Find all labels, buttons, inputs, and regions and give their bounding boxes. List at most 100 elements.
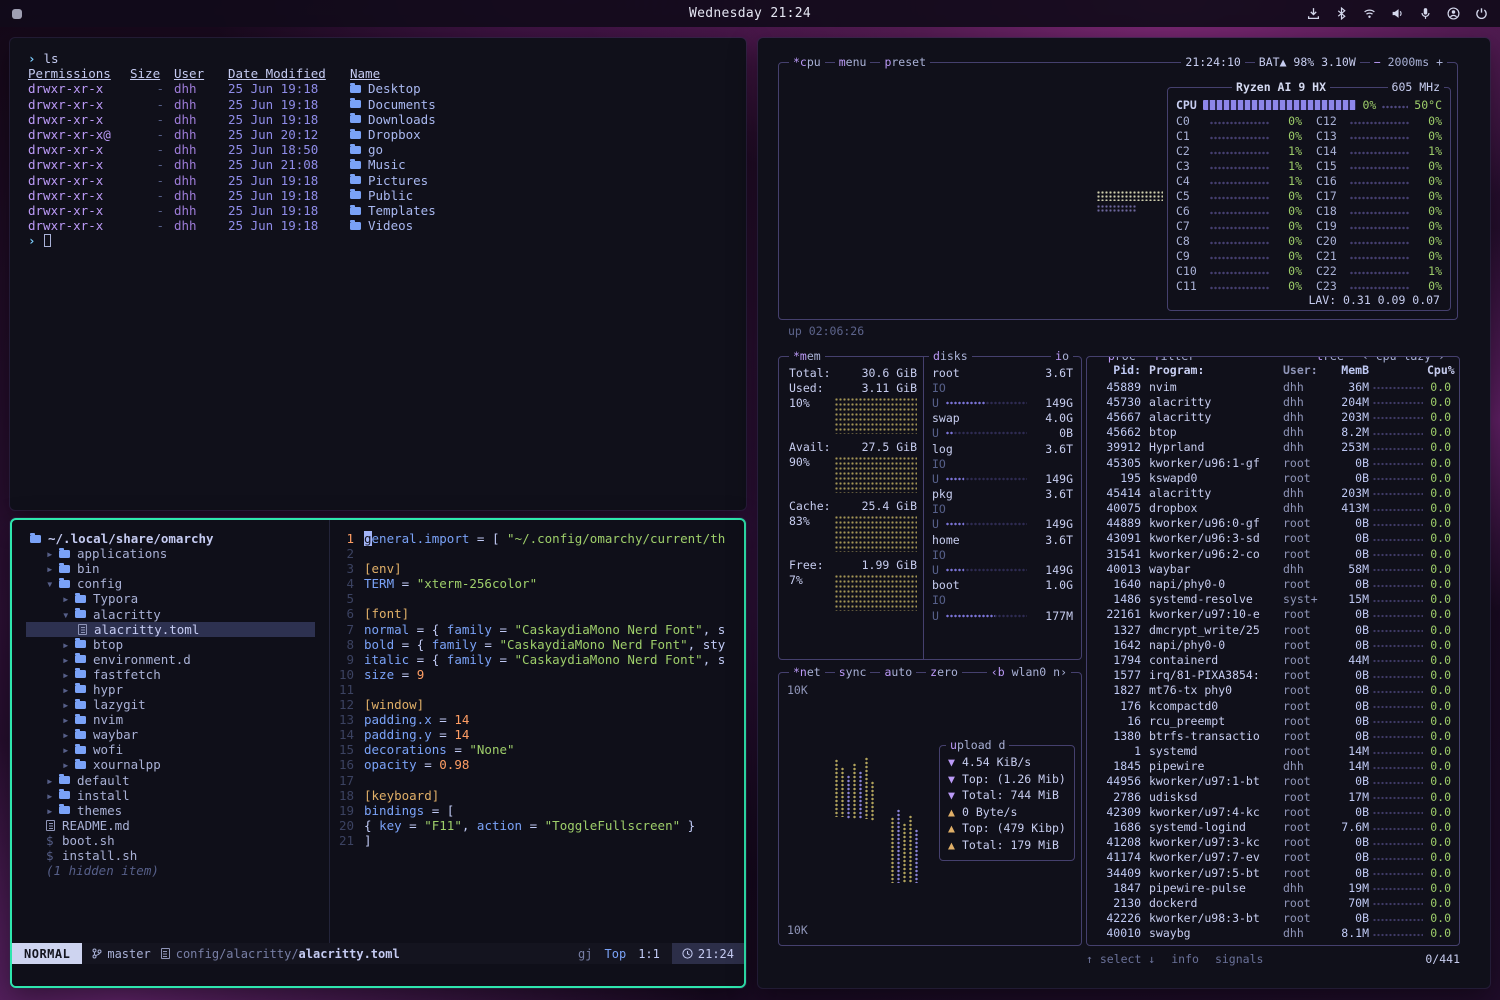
process-row[interactable]: 45414alacrittydhh203M0.0 [1095,485,1451,500]
code-line[interactable]: 21] [330,833,744,848]
tree-root[interactable]: ~/.local/share/omarchy [26,531,329,546]
net-auto-toggle[interactable]: auto [880,665,916,680]
process-row[interactable]: 1686systemd-logindroot7.6M0.0 [1095,819,1451,834]
launcher-icon[interactable] [12,9,22,19]
process-row[interactable]: 41174kworker/u97:7-evroot0B0.0 [1095,850,1451,865]
code-line[interactable]: 4TERM = "xterm-256color" [330,576,744,591]
process-row[interactable]: 1380btrfs-transactioroot0B0.0 [1095,728,1451,743]
process-row[interactable]: 34409kworker/u97:5-btroot0B0.0 [1095,865,1451,880]
code-line[interactable]: 10size = 9 [330,667,744,682]
process-row[interactable]: 1640napi/phy0-0root0B0.0 [1095,576,1451,591]
code-line[interactable]: 16opacity = 0.98 [330,757,744,772]
process-row[interactable]: 42226kworker/u98:3-btroot0B0.0 [1095,911,1451,926]
topbar-clock[interactable]: Wednesday 21:24 [689,6,811,21]
net-sync-toggle[interactable]: sync [835,665,871,680]
tree-item[interactable]: ▸bin [26,561,329,576]
process-row[interactable]: 39912Hyprlanddhh253M0.0 [1095,440,1451,455]
process-row[interactable]: 1845pipewiredhh14M0.0 [1095,759,1451,774]
process-row[interactable]: 45889nvimdhh36M0.0 [1095,379,1451,394]
tree-item[interactable]: ▸nvim [26,712,329,727]
tree-item[interactable]: ▸environment.d [26,652,329,667]
preset-button[interactable]: preset [880,55,930,70]
btop-window[interactable]: *cpu menu preset 21:24:10 BAT▲ 98% 3.10W… [758,38,1490,988]
process-row[interactable]: 1794containerdroot44M0.0 [1095,652,1451,667]
process-row[interactable]: 40075dropboxdhh413M0.0 [1095,501,1451,516]
process-row[interactable]: 42309kworker/u97:4-kcroot0B0.0 [1095,804,1451,819]
command-line[interactable] [12,964,744,986]
file-path[interactable]: config/alacritty/alacritty.toml [161,947,400,961]
mem-box-title[interactable]: *mem [789,349,825,364]
code-line[interactable]: 9italic = { family = "CaskaydiaMono Nerd… [330,652,744,667]
proc-tree-toggle[interactable]: tree [1312,356,1348,364]
code-buffer[interactable]: 1general.import = [ "~/.config/omarchy/c… [330,520,744,943]
tree-item[interactable]: README.md [26,818,329,833]
disks-title[interactable]: disks [929,349,972,364]
wifi-icon[interactable] [1363,7,1376,20]
process-row[interactable]: 45662btopdhh8.2M0.0 [1095,425,1451,440]
tree-item[interactable]: ▸wofi [26,742,329,757]
code-line[interactable]: 5 [330,591,744,606]
process-row[interactable]: 1systemdroot14M0.0 [1095,744,1451,759]
process-row[interactable]: 195kswapd0root0B0.0 [1095,470,1451,485]
tree-item[interactable]: $boot.sh [26,833,329,848]
process-row[interactable]: 43091kworker/u96:3-sdroot0B0.0 [1095,531,1451,546]
tree-item[interactable]: ▸hypr [26,682,329,697]
proc-box-title[interactable]: *proc [1097,356,1140,364]
code-line[interactable]: 11 [330,682,744,697]
process-row[interactable]: 1827mt76-tx phy0root0B0.0 [1095,683,1451,698]
hint-signals[interactable]: signals [1215,952,1263,966]
process-row[interactable]: 40010swaybgdhh8.1M0.0 [1095,926,1451,941]
hint-info[interactable]: info [1171,952,1199,966]
process-row[interactable]: 1847pipewire-pulsedhh19M0.0 [1095,880,1451,895]
io-toggle[interactable]: io [1051,349,1073,364]
code-line[interactable]: 6[font] [330,606,744,621]
editor-window[interactable]: ~/.local/share/omarchy▸applications▸bin▾… [10,518,746,988]
process-row[interactable]: 1327dmcrypt_write/25root0B0.0 [1095,622,1451,637]
code-line[interactable]: 1general.import = [ "~/.config/omarchy/c… [330,531,744,546]
process-row[interactable]: 1642napi/phy0-0root0B0.0 [1095,637,1451,652]
process-row[interactable]: 176kcompactd0root0B0.0 [1095,698,1451,713]
code-line[interactable]: 19bindings = [ [330,803,744,818]
code-line[interactable]: 7normal = { family = "CaskaydiaMono Nerd… [330,622,744,637]
process-row[interactable]: 44889kworker/u96:0-gfroot0B0.0 [1095,516,1451,531]
process-row[interactable]: 16rcu_preemptroot0B0.0 [1095,713,1451,728]
tree-item[interactable]: $install.sh [26,848,329,863]
bluetooth-icon[interactable] [1335,7,1348,20]
tree-item[interactable]: ▸themes [26,803,329,818]
code-line[interactable]: 13padding.x = 14 [330,712,744,727]
process-row[interactable]: 2130dockerdroot70M0.0 [1095,895,1451,910]
process-row[interactable]: 41208kworker/u97:3-kcroot0B0.0 [1095,835,1451,850]
net-box-title[interactable]: *net [789,665,825,680]
process-row[interactable]: 40013waybardhh58M0.0 [1095,561,1451,576]
shell-prompt-line-empty[interactable]: › [28,233,728,248]
code-line[interactable]: 3[env] [330,561,744,576]
tree-item[interactable]: ▸fastfetch [26,667,329,682]
code-line[interactable]: 8bold = { family = "CaskaydiaMono Nerd F… [330,637,744,652]
code-line[interactable]: 15decorations = "None" [330,742,744,757]
tree-item[interactable]: ▸lazygit [26,697,329,712]
proc-filter-button[interactable]: filter [1150,356,1200,364]
microphone-icon[interactable] [1419,7,1432,20]
tree-item[interactable]: ▸install [26,788,329,803]
update-interval-control[interactable]: − 2000ms + [1370,55,1447,70]
tree-item[interactable]: alacritty.toml [26,622,315,637]
process-row[interactable]: 45305kworker/u96:1-gfroot0B0.0 [1095,455,1451,470]
code-line[interactable]: 20{ key = "F11", action = "ToggleFullscr… [330,818,744,833]
tree-item[interactable]: ▸applications [26,546,329,561]
code-line[interactable]: 14padding.y = 14 [330,727,744,742]
cpu-box-title[interactable]: *cpu [789,55,825,70]
process-row[interactable]: 1486systemd-resolvesyst+15M0.0 [1095,592,1451,607]
tree-item[interactable]: ▸btop [26,637,329,652]
power-icon[interactable] [1475,7,1488,20]
git-branch[interactable]: master [92,947,150,961]
code-line[interactable]: 17 [330,773,744,788]
menu-button[interactable]: menu [835,55,871,70]
tree-item[interactable]: ▸xournalpp [26,757,329,772]
process-row[interactable]: 31541kworker/u96:2-coroot0B0.0 [1095,546,1451,561]
tree-item[interactable]: ▾config [26,576,329,591]
tree-item[interactable]: ▸Typora [26,591,329,606]
hint-select[interactable]: ↑ select ↓ [1086,952,1155,966]
code-line[interactable]: 18[keyboard] [330,788,744,803]
process-row[interactable]: 45730alacrittydhh204M0.0 [1095,394,1451,409]
process-row[interactable]: 1577irq/81-PIXA3854:root0B0.0 [1095,668,1451,683]
